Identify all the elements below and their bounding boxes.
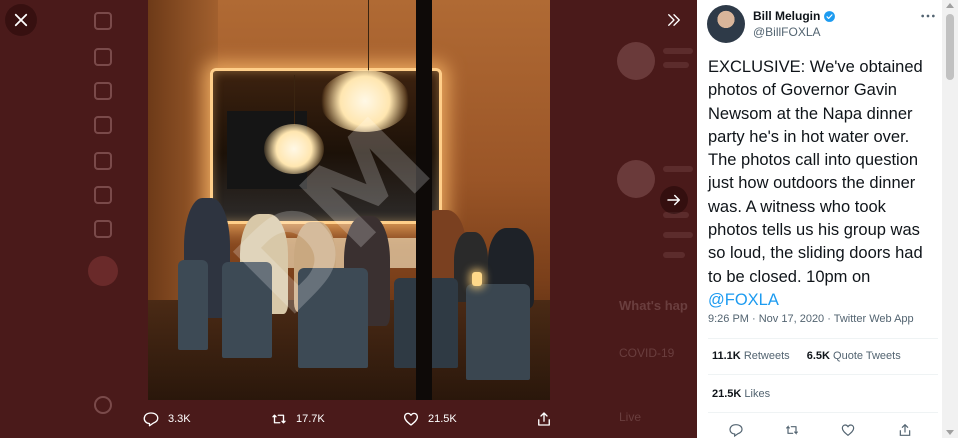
list-icon bbox=[94, 220, 112, 238]
tweet-detail-panel: Bill Melugin @BillFOXLA EXCLUSIVE: We've… bbox=[697, 0, 942, 438]
panel-retweet-button[interactable] bbox=[784, 422, 802, 438]
tweet-body: EXCLUSIVE: We've obtained photos of Gove… bbox=[708, 58, 923, 286]
scroll-down-arrow[interactable] bbox=[946, 430, 954, 435]
like-button[interactable]: 21.5K bbox=[402, 405, 457, 433]
scroll-up-arrow[interactable] bbox=[946, 3, 954, 8]
background-text-line bbox=[663, 252, 685, 258]
author-handle[interactable]: @BillFOXLA bbox=[753, 25, 821, 39]
mail-icon bbox=[94, 152, 112, 170]
retweet-icon bbox=[786, 425, 798, 435]
retweet-count: 17.7K bbox=[296, 413, 325, 425]
retweets-stat[interactable]: 11.1K Retweets bbox=[712, 350, 790, 362]
collapse-panel-button[interactable] bbox=[659, 5, 689, 35]
quote-value: 6.5K bbox=[806, 350, 830, 362]
compose-fab bbox=[88, 256, 118, 286]
background-trends-heading: What's hap bbox=[619, 298, 688, 313]
reply-icon bbox=[729, 424, 743, 438]
retweets-label: Retweets bbox=[743, 350, 790, 362]
share-icon bbox=[899, 423, 911, 436]
scrollbar-thumb[interactable] bbox=[946, 14, 954, 80]
background-trend-item: COVID-19 bbox=[619, 346, 675, 360]
author-name: Bill Melugin bbox=[753, 9, 821, 23]
profile-icon bbox=[94, 396, 112, 414]
tweet-photo[interactable]: DM bbox=[148, 0, 550, 400]
likes-stat[interactable]: 21.5K Likes bbox=[712, 388, 770, 400]
verified-badge-icon bbox=[824, 10, 836, 22]
bookmark-icon bbox=[94, 186, 112, 204]
heart-icon bbox=[403, 412, 419, 426]
hashtag-icon bbox=[94, 82, 112, 100]
quote-tweets-stat[interactable]: 6.5K Quote Tweets bbox=[807, 350, 901, 362]
divider bbox=[708, 338, 938, 339]
share-icon bbox=[538, 412, 550, 426]
reply-count: 3.3K bbox=[168, 413, 191, 425]
background-right-column: What's hap COVID-19 Live bbox=[605, 0, 697, 438]
background-text-line bbox=[663, 232, 693, 238]
tweet-text: EXCLUSIVE: We've obtained photos of Gove… bbox=[708, 56, 938, 312]
background-avatar bbox=[617, 160, 655, 198]
background-text-line bbox=[663, 166, 693, 172]
author-name-row[interactable]: Bill Melugin bbox=[753, 9, 836, 23]
divider bbox=[708, 374, 938, 375]
engagement-stats: 11.1K Retweets 6.5K Quote Tweets bbox=[712, 350, 915, 362]
chair bbox=[178, 260, 208, 350]
quote-label: Quote Tweets bbox=[833, 350, 901, 362]
background-bottom-text: Live bbox=[619, 410, 642, 424]
more-dots-icon bbox=[921, 14, 935, 18]
more-options-button[interactable] bbox=[917, 8, 939, 24]
background-text-line bbox=[663, 62, 689, 68]
double-chevron-right-icon bbox=[668, 14, 680, 26]
retweets-value: 11.1K bbox=[712, 350, 741, 362]
explore-icon bbox=[94, 48, 112, 66]
close-button[interactable] bbox=[5, 4, 37, 36]
mention-link[interactable]: @FOXLA bbox=[708, 291, 779, 309]
next-image-button[interactable] bbox=[660, 186, 688, 214]
panel-reply-button[interactable] bbox=[728, 422, 746, 438]
share-button[interactable] bbox=[535, 405, 553, 433]
avatar[interactable] bbox=[707, 5, 745, 43]
panel-like-button[interactable] bbox=[840, 422, 858, 438]
panel-scrollbar[interactable] bbox=[942, 0, 958, 438]
tweet-timestamp[interactable]: 9:26 PM · Nov 17, 2020 · Twitter Web App bbox=[708, 313, 914, 325]
like-count: 21.5K bbox=[428, 413, 457, 425]
likes-value: 21.5K bbox=[712, 388, 742, 400]
arrow-right-icon bbox=[667, 194, 680, 206]
background-text-line bbox=[663, 48, 693, 54]
close-icon bbox=[14, 13, 28, 27]
retweet-icon bbox=[272, 414, 286, 424]
heart-icon bbox=[841, 424, 855, 437]
divider bbox=[708, 412, 938, 413]
background-nav-rail bbox=[84, 0, 124, 438]
candle bbox=[472, 272, 482, 286]
panel-action-bar bbox=[697, 420, 942, 438]
reply-button[interactable]: 3.3K bbox=[142, 405, 191, 433]
background-avatar bbox=[617, 42, 655, 80]
bell-icon bbox=[94, 116, 112, 134]
reply-icon bbox=[143, 412, 159, 427]
retweet-button[interactable]: 17.7K bbox=[270, 405, 325, 433]
panel-share-button[interactable] bbox=[897, 422, 915, 438]
media-action-bar: 3.3K 17.7K 21.5K bbox=[130, 405, 560, 433]
chair bbox=[466, 284, 530, 380]
likes-label: Likes bbox=[744, 388, 771, 400]
home-icon bbox=[94, 12, 112, 30]
